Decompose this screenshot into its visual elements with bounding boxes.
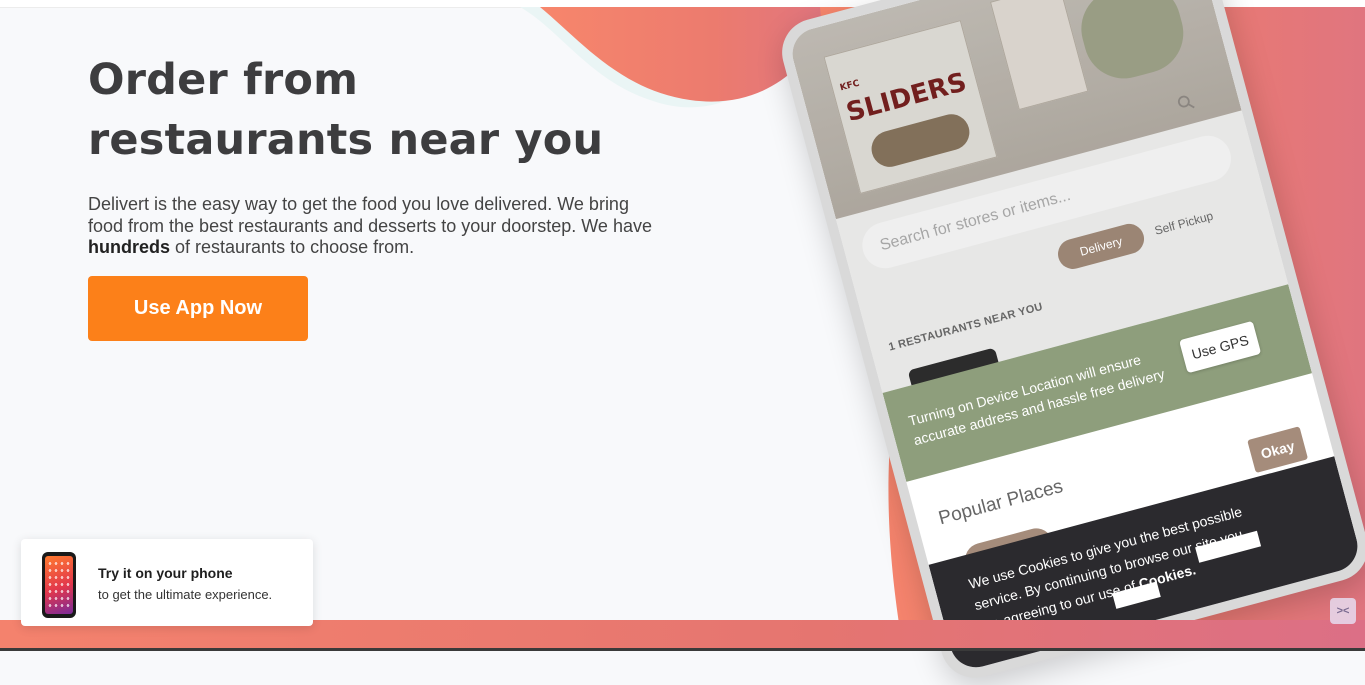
cookie-text: We use Cookies to give you the best poss… <box>966 503 1245 635</box>
collapse-icon[interactable]: >< <box>1330 598 1356 624</box>
hero-title-line2: restaurants near you <box>88 115 604 165</box>
phone-thumbnail-icon <box>42 552 76 618</box>
hero-desc-text1: Delivert is the easy way to get the food… <box>88 194 652 236</box>
hero-desc-bold: hundreds <box>88 237 171 257</box>
hero-section: Order from restaurants near you Delivert… <box>88 50 688 259</box>
phone-thumbnail-apps <box>47 560 71 610</box>
try-on-phone-card[interactable]: Try it on your phone to get the ultimate… <box>21 539 313 626</box>
try-card-title: Try it on your phone <box>98 565 233 581</box>
popular-places-heading: Popular Places <box>936 475 1066 530</box>
hero-title-line1: Order from <box>88 55 359 105</box>
hero-title: Order from restaurants near you <box>88 50 688 170</box>
hero-desc-text2: of restaurants to choose from. <box>170 237 415 257</box>
hero-description: Delivert is the easy way to get the food… <box>88 194 658 259</box>
use-gps-button[interactable]: Use GPS <box>1179 320 1262 374</box>
try-card-subtitle: to get the ultimate experience. <box>98 587 273 602</box>
use-app-now-button[interactable]: Use App Now <box>88 276 308 341</box>
